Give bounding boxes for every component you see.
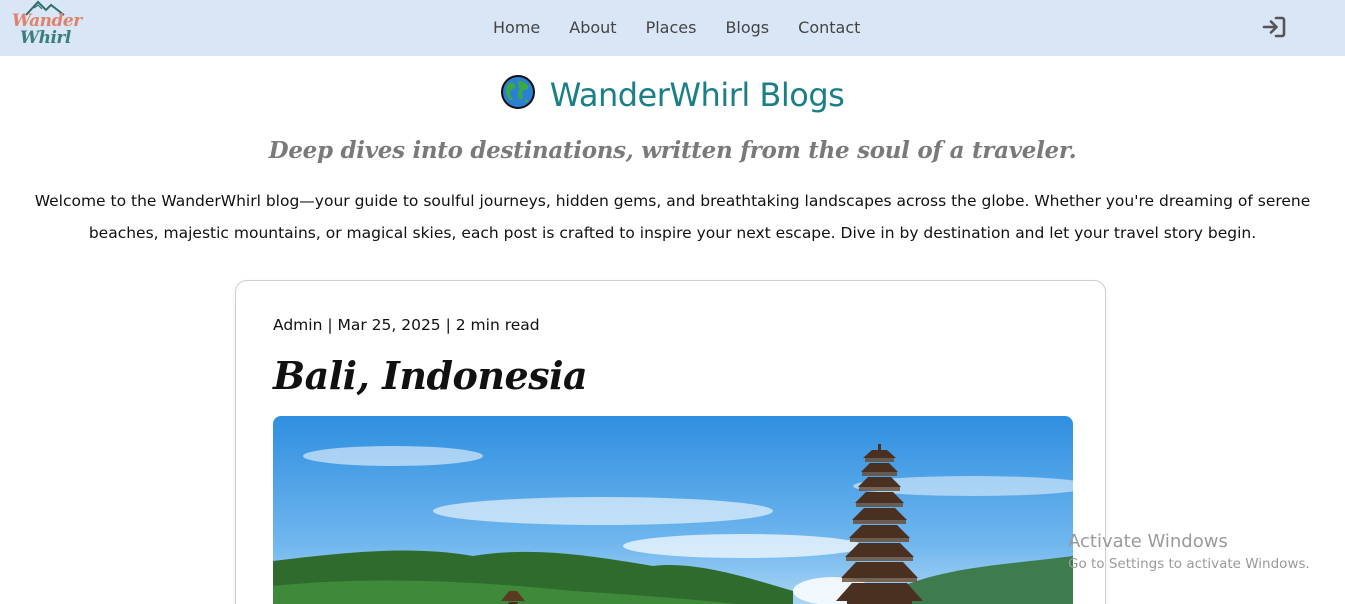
- nav-places[interactable]: Places: [646, 18, 697, 37]
- page-title: WanderWhirl Blogs: [549, 76, 845, 114]
- post-cover-image[interactable]: [273, 416, 1073, 604]
- main-nav: Home About Places Blogs Contact: [493, 18, 889, 37]
- activate-windows-title: Activate Windows: [1068, 531, 1228, 552]
- nav-about[interactable]: About: [569, 18, 616, 37]
- page-tagline: Deep dives into destinations, written fr…: [268, 137, 1077, 164]
- nav-contact[interactable]: Contact: [798, 18, 860, 37]
- intro-paragraph: Welcome to the WanderWhirl blog—your gui…: [34, 192, 1311, 242]
- site-logo[interactable]: Wander Whirl: [10, 0, 82, 54]
- blog-post-card[interactable]: Admin | Mar 25, 2025 | 2 min read Bali, …: [235, 280, 1106, 604]
- hero-heading: WanderWhirl Blogs: [0, 75, 1345, 114]
- top-navbar: Wander Whirl Home About Places Blogs Con…: [0, 0, 1345, 56]
- logo-text-line2: Whirl: [20, 28, 71, 48]
- nav-home[interactable]: Home: [493, 18, 540, 37]
- globe-icon: [500, 75, 535, 109]
- activate-windows-subtitle: Go to Settings to activate Windows.: [1068, 556, 1310, 572]
- post-title[interactable]: Bali, Indonesia: [273, 353, 588, 398]
- post-meta: Admin | Mar 25, 2025 | 2 min read: [273, 316, 540, 334]
- nav-blogs[interactable]: Blogs: [725, 18, 769, 37]
- sign-in-icon[interactable]: [1261, 14, 1287, 40]
